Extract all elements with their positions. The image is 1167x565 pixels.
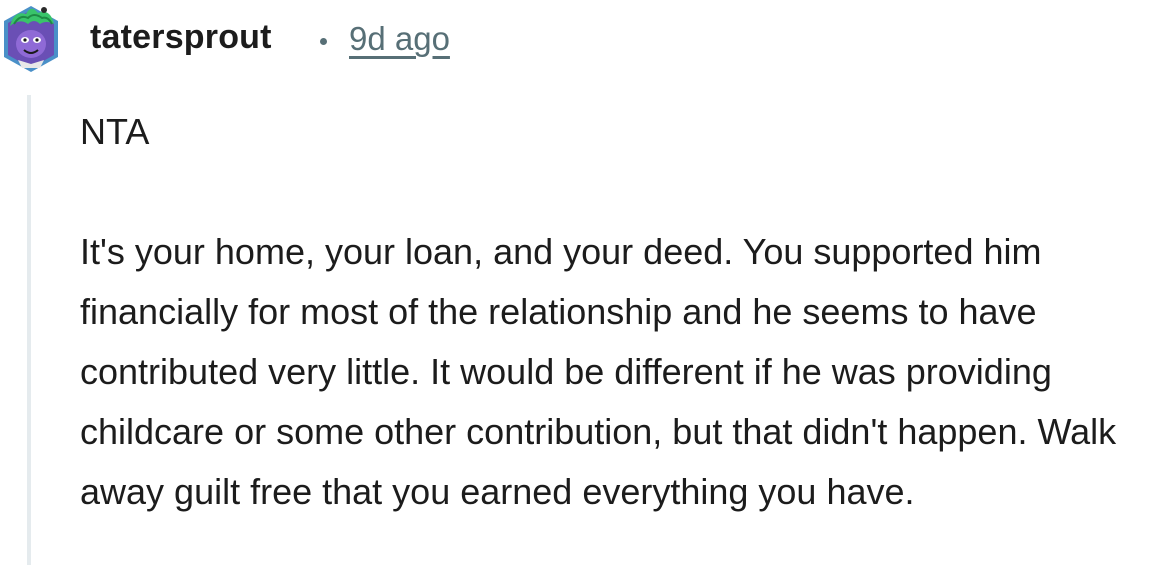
comment-body: NTA It's your home, your loan, and your …: [80, 102, 1165, 522]
comment-timestamp[interactable]: 9d ago: [349, 20, 450, 58]
thread-line[interactable]: [27, 95, 31, 565]
comment-paragraph: NTA: [80, 111, 150, 152]
comment-header: tatersprout 9d ago: [0, 0, 1167, 82]
separator-dot: [320, 38, 327, 45]
avatar[interactable]: [0, 4, 62, 76]
author-username[interactable]: tatersprout: [90, 18, 272, 57]
snoo-avatar-icon: [4, 6, 58, 72]
comment: tatersprout 9d ago NTA It's your home, y…: [0, 0, 1167, 565]
comment-paragraph: It's your home, your loan, and your deed…: [80, 231, 1117, 512]
